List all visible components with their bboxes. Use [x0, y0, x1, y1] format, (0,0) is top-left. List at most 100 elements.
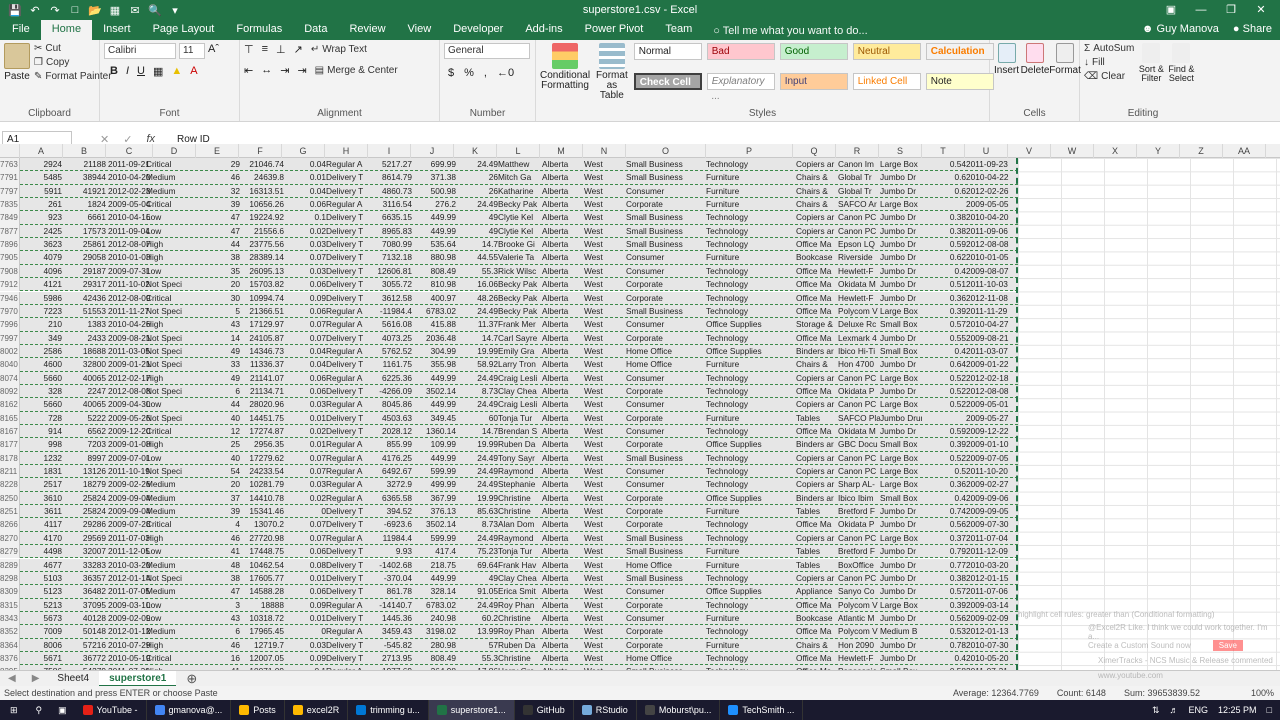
cell[interactable]: 376.13 — [412, 505, 456, 518]
cell[interactable]: Atlantic M — [838, 612, 880, 625]
cell[interactable]: Epson LQ — [838, 238, 880, 251]
cell[interactable]: 5103 — [20, 572, 62, 585]
row-header[interactable]: 7797 — [0, 184, 20, 199]
cell[interactable]: Frank Mer — [498, 318, 542, 331]
cell[interactable]: West — [584, 599, 626, 612]
column-header-o[interactable]: O — [626, 144, 706, 158]
cell[interactable]: Furniture — [706, 185, 796, 198]
cell[interactable]: 728 — [20, 412, 62, 425]
cell[interactable]: 24.49 — [456, 599, 498, 612]
style-good[interactable]: Good — [779, 43, 848, 60]
cell[interactable]: Corporate — [626, 332, 706, 345]
cell[interactable]: Furniture — [706, 171, 796, 184]
cell[interactable]: Furniture — [706, 251, 796, 264]
cell[interactable]: 46 — [196, 639, 240, 652]
cell[interactable]: 0.03 — [284, 265, 326, 278]
cell[interactable]: 32 — [196, 185, 240, 198]
cell[interactable]: 0.06 — [284, 198, 326, 211]
cell[interactable]: 923 — [20, 211, 62, 224]
cell[interactable]: 0.51 — [922, 278, 966, 291]
cell[interactable]: West — [584, 518, 626, 531]
column-header-j[interactable]: J — [411, 144, 454, 158]
status-sum[interactable]: Sum: 39653839.52 — [1124, 688, 1200, 698]
cell[interactable]: -1402.68 — [368, 559, 412, 572]
cell[interactable]: 5616.08 — [368, 318, 412, 331]
cell[interactable]: Consumer — [626, 585, 706, 598]
column-header-g[interactable]: G — [282, 144, 325, 158]
cell[interactable]: Furniture — [706, 198, 796, 211]
cell[interactable]: Home Office — [626, 559, 706, 572]
cell[interactable]: 1161.75 — [368, 358, 412, 371]
cell[interactable]: Jumbo Dr — [880, 518, 922, 531]
cell[interactable]: 7009 — [20, 625, 62, 638]
cell[interactable]: 40128 — [62, 612, 106, 625]
cell[interactable]: 5762.52 — [368, 345, 412, 358]
cell[interactable]: Becky Pak — [498, 292, 542, 305]
cell[interactable]: 4600 — [20, 358, 62, 371]
cell[interactable]: Technology — [706, 599, 796, 612]
cell[interactable]: Alberta — [542, 465, 584, 478]
cell[interactable]: Hon 2090 — [838, 639, 880, 652]
tab-power-pivot[interactable]: Power Pivot — [574, 20, 655, 40]
cell[interactable]: 0.59 — [922, 425, 966, 438]
cell[interactable]: Alberta — [542, 238, 584, 251]
cell[interactable]: 40 — [196, 412, 240, 425]
cell[interactable]: Technology — [706, 332, 796, 345]
cell[interactable]: Technology — [706, 478, 796, 491]
cell[interactable]: 29317 — [62, 278, 106, 291]
cell[interactable]: 810.98 — [412, 278, 456, 291]
windows-start-icon[interactable]: ⊞ — [0, 705, 28, 716]
cell[interactable]: 6 — [196, 625, 240, 638]
cell[interactable]: 0.74 — [922, 505, 966, 518]
cell[interactable]: 0.03 — [284, 639, 326, 652]
cell[interactable]: Alberta — [542, 345, 584, 358]
cell[interactable]: Raymond — [498, 532, 542, 545]
cell[interactable]: Delivery T — [326, 639, 368, 652]
cell[interactable]: Home Office — [626, 652, 706, 665]
cell[interactable]: Low — [146, 265, 196, 278]
cell[interactable]: Alberta — [542, 372, 584, 385]
cell[interactable]: Regular A — [326, 318, 368, 331]
cell[interactable]: 11984.4 — [368, 532, 412, 545]
style-calculation[interactable]: Calculation — [925, 43, 994, 60]
cell[interactable]: 0 — [284, 505, 326, 518]
cell[interactable]: Low — [146, 545, 196, 558]
cell[interactable]: Tonja Tur — [498, 412, 542, 425]
table-row[interactable]: 2586 18688 2011-03-05 Not Speci 49 14346.73 0.… — [20, 344, 1018, 359]
row-header[interactable]: 7946 — [0, 291, 20, 305]
cell[interactable]: 29286 — [62, 518, 106, 531]
cell[interactable]: 304.99 — [412, 345, 456, 358]
cell[interactable]: West — [584, 332, 626, 345]
align-top-icon[interactable]: ⊤ — [244, 43, 254, 56]
cell[interactable]: 10281.79 — [240, 478, 284, 491]
font-color-icon[interactable]: A — [190, 65, 197, 78]
cell[interactable]: Small Box — [880, 345, 922, 358]
minimize-icon[interactable]: — — [1186, 0, 1216, 20]
sort-filter-button[interactable]: Sort & Filter — [1138, 43, 1164, 83]
cell[interactable]: 24.49 — [456, 452, 498, 465]
cell[interactable]: 2011-09-23 — [966, 158, 1018, 171]
table-row[interactable]: 5673 40128 2009-02-09 Low 43 10318.72 0.01 Deli… — [20, 611, 1018, 626]
cell[interactable]: -11984.4 — [368, 305, 412, 318]
orientation-icon[interactable]: ↗ — [294, 43, 303, 56]
cell[interactable]: 0.07 — [284, 465, 326, 478]
cell[interactable]: 24.49 — [456, 398, 498, 411]
cell[interactable]: Jumbo Dr — [880, 612, 922, 625]
cell[interactable]: 9.93 — [368, 545, 412, 558]
cell[interactable]: Not Speci — [146, 358, 196, 371]
cell[interactable]: 0.56 — [922, 612, 966, 625]
cell[interactable]: 0.38 — [922, 211, 966, 224]
cell[interactable]: 2012-01-13 — [966, 625, 1018, 638]
cell[interactable]: Technology — [706, 278, 796, 291]
cell[interactable]: 400.97 — [412, 292, 456, 305]
cell[interactable]: Bookcase — [796, 612, 838, 625]
cell[interactable]: 39 — [196, 198, 240, 211]
cell[interactable]: 2011-10-03 — [966, 278, 1018, 291]
cell[interactable]: 2713.95 — [368, 652, 412, 665]
column-header-p[interactable]: P — [706, 144, 793, 158]
cell[interactable]: 85.63 — [456, 505, 498, 518]
table-row[interactable]: 328 2247 2012-08-08 Not Speci 6 21134.71 0.06 D… — [20, 384, 1018, 399]
sheet-tab-sheet4[interactable]: Sheet4 — [47, 671, 99, 687]
cell[interactable]: Craig Lesli — [498, 372, 542, 385]
cell[interactable]: Critical — [146, 292, 196, 305]
